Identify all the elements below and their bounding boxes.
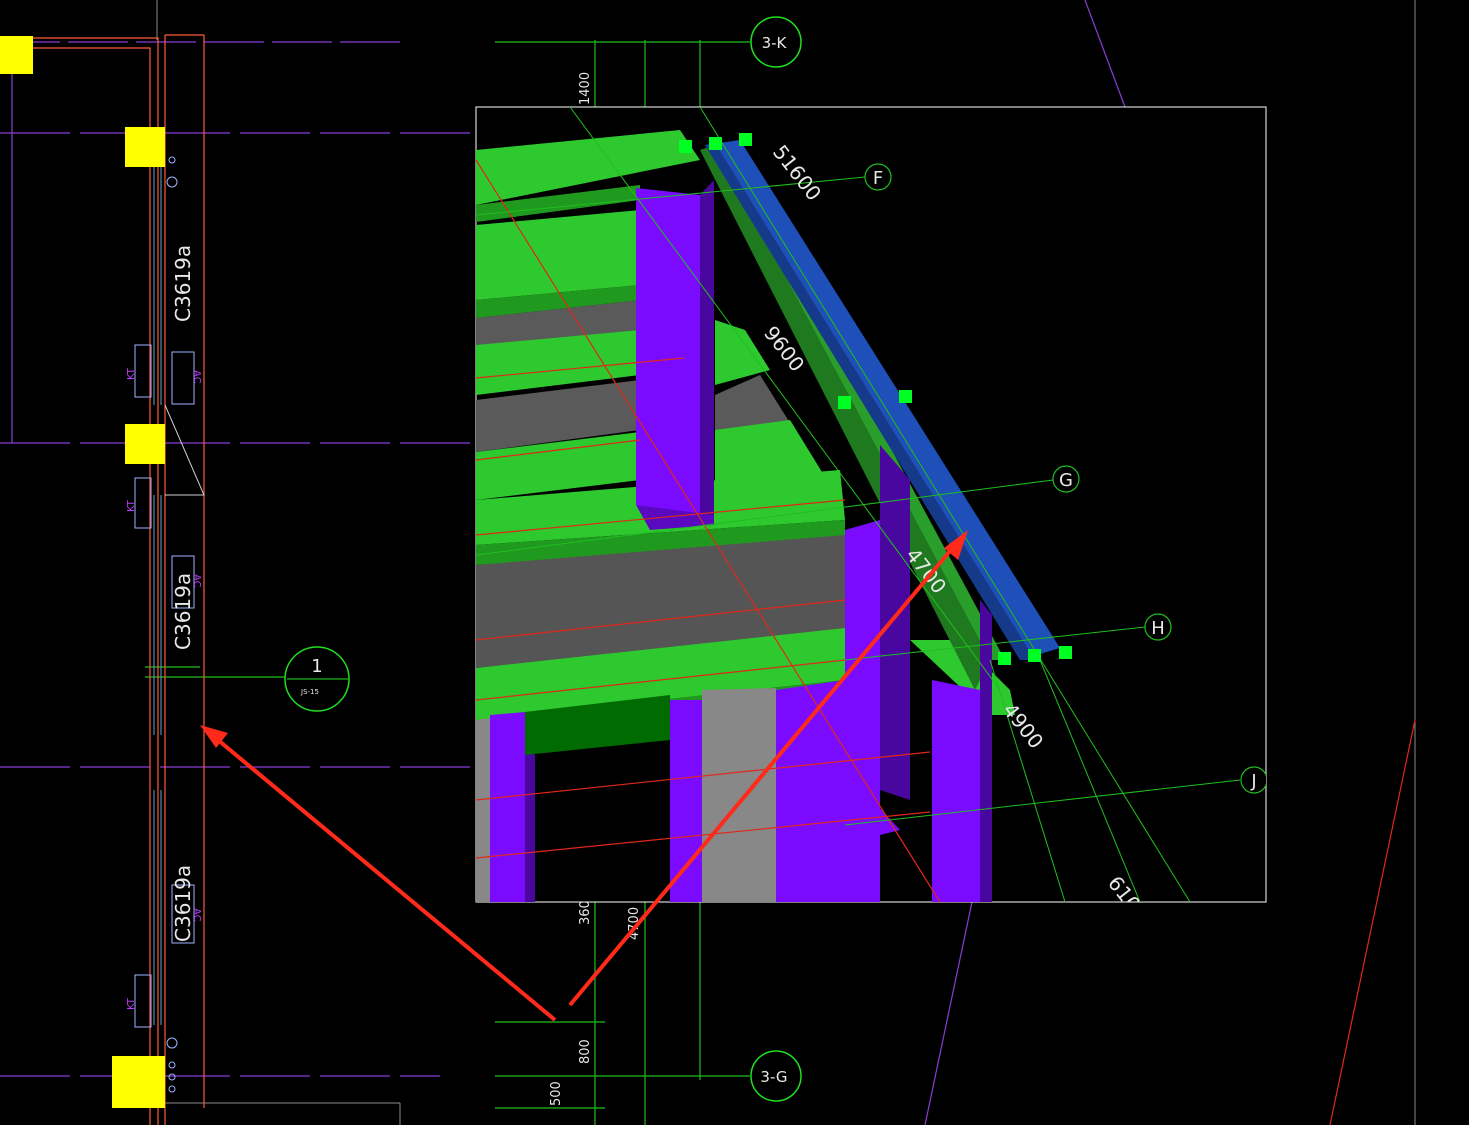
grid-label-H: H [1151,618,1165,639]
grid-label-G: G [1059,470,1073,491]
ac-tag-1: AC [191,370,202,384]
kt-tag-2: KT [126,499,137,512]
grid-bubble-top-label: 3-K [762,34,788,52]
section-number: 1 [311,656,322,677]
ac-tag-3: AC [191,908,202,922]
grey-pier [702,688,776,902]
grid-bubble-F[interactable]: F [864,163,892,191]
grid-bubble-bottom-label: 3-G [760,1068,787,1086]
grid-bubble-G[interactable]: G [1052,465,1080,493]
dim-2d-mid-a: 360 [578,900,593,925]
grid-bubble-bottom[interactable]: 3-G [750,1050,802,1102]
grid-label-J: J [1250,771,1256,792]
kt-tag-3: KT [126,997,137,1010]
structural-columns-2d [0,36,165,1108]
window-tag-1: C3619a [171,245,195,322]
grid-label-F: F [873,168,883,189]
dim-2d-bottom-b: 500 [549,1081,564,1106]
grid-bubble-H[interactable]: H [1144,613,1172,641]
view-3d-inset[interactable]: F G H J 51600 9600 4700 4900 610 [475,106,1267,916]
grey-pier-left [476,718,490,902]
section-marker[interactable]: 1 JS-15 [284,646,350,712]
kt-tag-1: KT [126,367,137,380]
dim-2d-bottom-a: 800 [578,1039,593,1064]
dim-2d-top: 1400 [578,72,593,105]
window-tag-3: C3619a [171,865,195,942]
ac-tag-2: AC [191,574,202,588]
grid-bubble-top[interactable]: 3-K [750,16,802,68]
grid-bubble-J[interactable]: J [1240,766,1267,794]
cad-drawing-canvas[interactable]: C3619a C3619a C3619a AC AC AC KT KT KT 3… [0,0,1469,1125]
section-ref: JS-15 [300,688,319,696]
